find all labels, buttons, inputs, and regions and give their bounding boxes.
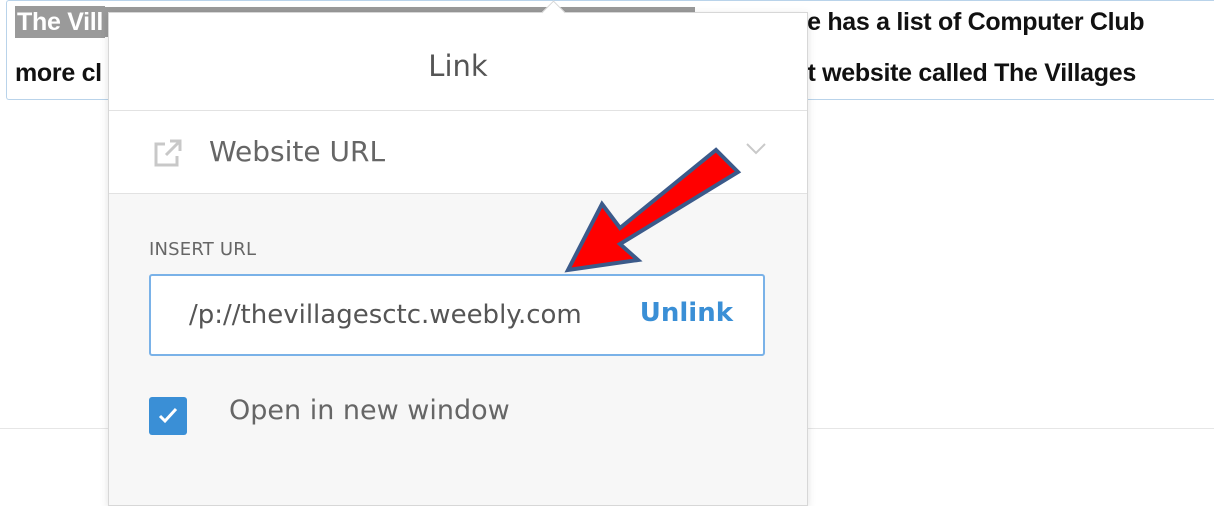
url-input[interactable] (189, 276, 617, 354)
selected-link-text[interactable]: The Vill (15, 6, 106, 38)
insert-url-label: INSERT URL (149, 239, 257, 260)
external-link-icon (154, 139, 182, 167)
editor-text-line2-end: at website called The Villages (793, 59, 1136, 87)
editor-text-line2-start: more cl (15, 59, 102, 87)
url-field[interactable]: Unlink (149, 274, 765, 356)
checkmark-icon (158, 407, 178, 424)
unlink-button[interactable]: Unlink (640, 298, 733, 328)
popover-title: Link (428, 49, 488, 83)
open-new-window-checkbox[interactable] (149, 397, 187, 435)
link-type-label: Website URL (209, 135, 386, 168)
open-new-window-label[interactable]: Open in new window (229, 395, 510, 426)
red-arrow-annotation (564, 147, 742, 273)
editor-text-line1-end: te has a list of Computer Club (799, 8, 1145, 36)
